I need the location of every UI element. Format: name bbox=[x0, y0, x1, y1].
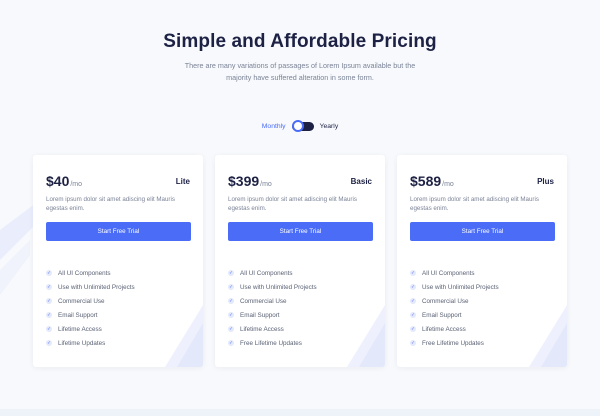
list-item: ✓ All UI Components bbox=[46, 266, 135, 280]
plan-price: $40/mo bbox=[46, 173, 82, 189]
price-period: /mo bbox=[70, 181, 83, 188]
feature-list: ✓ All UI Components ✓ Use with Unlimited P… bbox=[228, 266, 317, 350]
list-item: ✓ Commercial Use bbox=[228, 294, 317, 308]
page-title: Simple and Affordable Pricing bbox=[163, 31, 437, 52]
feature-label: Email Support bbox=[422, 311, 462, 319]
feature-label: Lifetime Updates bbox=[58, 339, 106, 347]
plan-price: $399/mo bbox=[228, 173, 272, 189]
card-corner-decoration bbox=[165, 305, 203, 367]
list-item: ✓ Email Support bbox=[46, 308, 135, 322]
list-item: ✓ Lifetime Updates bbox=[46, 336, 135, 350]
feature-list: ✓ All UI Components ✓ Use with Unlimited P… bbox=[410, 266, 499, 350]
start-free-trial-button[interactable]: Start Free Trial bbox=[410, 222, 555, 241]
feature-list: ✓ All UI Components ✓ Use with Unlimited P… bbox=[46, 266, 135, 350]
feature-label: All UI Components bbox=[58, 269, 111, 277]
check-icon: ✓ bbox=[46, 270, 52, 276]
plan-name: Plus bbox=[537, 177, 554, 186]
list-item: ✓ Commercial Use bbox=[410, 294, 499, 308]
feature-label: Commercial Use bbox=[240, 297, 287, 305]
check-icon: ✓ bbox=[410, 312, 416, 318]
switch-knob bbox=[291, 120, 304, 132]
check-icon: ✓ bbox=[46, 340, 52, 346]
list-item: ✓ Use with Unlimited Projects bbox=[228, 280, 317, 294]
check-icon: ✓ bbox=[410, 284, 416, 290]
list-item: ✓ Use with Unlimited Projects bbox=[46, 280, 135, 294]
feature-label: Free Lifetime Updates bbox=[422, 339, 484, 347]
plan-description: Lorem ipsum dolor sit amet adiscing elit… bbox=[46, 196, 175, 212]
feature-label: Free Lifetime Updates bbox=[240, 339, 302, 347]
check-icon: ✓ bbox=[228, 326, 234, 332]
feature-label: Lifetime Access bbox=[240, 325, 284, 333]
pricing-card-basic: $399/mo Basic Lorem ipsum dolor sit amet… bbox=[215, 155, 385, 367]
check-icon: ✓ bbox=[410, 326, 416, 332]
list-item: ✓ Use with Unlimited Projects bbox=[410, 280, 499, 294]
check-icon: ✓ bbox=[46, 326, 52, 332]
list-item: ✓ Free Lifetime Updates bbox=[228, 336, 317, 350]
check-icon: ✓ bbox=[228, 270, 234, 276]
price-amount: $399 bbox=[228, 173, 260, 189]
start-free-trial-button[interactable]: Start Free Trial bbox=[228, 222, 373, 241]
feature-label: Lifetime Access bbox=[58, 325, 102, 333]
plan-price: $589/mo bbox=[410, 173, 454, 189]
check-icon: ✓ bbox=[410, 270, 416, 276]
price-period: /mo bbox=[442, 181, 454, 188]
plan-name: Basic bbox=[350, 177, 372, 186]
feature-label: Commercial Use bbox=[422, 297, 469, 305]
list-item: ✓ Email Support bbox=[410, 308, 499, 322]
feature-label: All UI Components bbox=[422, 269, 475, 277]
plan-name: Lite bbox=[175, 177, 190, 186]
list-item: ✓ Free Lifetime Updates bbox=[410, 336, 499, 350]
list-item: ✓ Lifetime Access bbox=[410, 322, 499, 336]
list-item: ✓ Lifetime Access bbox=[228, 322, 317, 336]
feature-label: Use with Unlimited Projects bbox=[240, 283, 317, 291]
feature-label: Use with Unlimited Projects bbox=[422, 283, 499, 291]
list-item: ✓ Email Support bbox=[228, 308, 317, 322]
check-icon: ✓ bbox=[228, 312, 234, 318]
start-free-trial-button[interactable]: Start Free Trial bbox=[46, 222, 191, 241]
page-subtitle: There are many variations of passages of… bbox=[0, 60, 600, 84]
bottom-strip bbox=[0, 409, 600, 416]
feature-label: All UI Components bbox=[240, 269, 293, 277]
price-amount: $589 bbox=[410, 173, 442, 189]
price-amount: $40 bbox=[46, 173, 70, 189]
plan-description: Lorem ipsum dolor sit amet adiscing elit… bbox=[410, 196, 539, 212]
check-icon: ✓ bbox=[410, 298, 416, 304]
billing-toggle: Monthly Yearly bbox=[0, 120, 600, 132]
plan-description: Lorem ipsum dolor sit amet adiscing elit… bbox=[228, 196, 357, 212]
feature-label: Email Support bbox=[58, 311, 98, 319]
card-corner-decoration bbox=[347, 305, 385, 367]
feature-label: Use with Unlimited Projects bbox=[58, 283, 135, 291]
billing-switch[interactable] bbox=[291, 120, 314, 132]
list-item: ✓ Lifetime Access bbox=[46, 322, 135, 336]
list-item: ✓ All UI Components bbox=[228, 266, 317, 280]
check-icon: ✓ bbox=[46, 298, 52, 304]
pricing-card-lite: $40/mo Lite Lorem ipsum dolor sit amet a… bbox=[33, 155, 203, 367]
feature-label: Commercial Use bbox=[58, 297, 105, 305]
subtitle-line-2: majority have suffered alteration in som… bbox=[226, 73, 374, 82]
check-icon: ✓ bbox=[228, 284, 234, 290]
check-icon: ✓ bbox=[46, 312, 52, 318]
list-item: ✓ All UI Components bbox=[410, 266, 499, 280]
feature-label: Email Support bbox=[240, 311, 280, 319]
check-icon: ✓ bbox=[228, 340, 234, 346]
pricing-card-plus: $589/mo Plus Lorem ipsum dolor sit amet … bbox=[397, 155, 567, 367]
check-icon: ✓ bbox=[410, 340, 416, 346]
subtitle-line-1: There are many variations of passages of… bbox=[184, 61, 416, 70]
price-period: /mo bbox=[260, 181, 272, 188]
monthly-label[interactable]: Monthly bbox=[262, 123, 286, 130]
card-corner-decoration bbox=[529, 305, 567, 367]
check-icon: ✓ bbox=[228, 298, 234, 304]
list-item: ✓ Commercial Use bbox=[46, 294, 135, 308]
check-icon: ✓ bbox=[46, 284, 52, 290]
yearly-label[interactable]: Yearly bbox=[320, 123, 339, 130]
feature-label: Lifetime Access bbox=[422, 325, 466, 333]
